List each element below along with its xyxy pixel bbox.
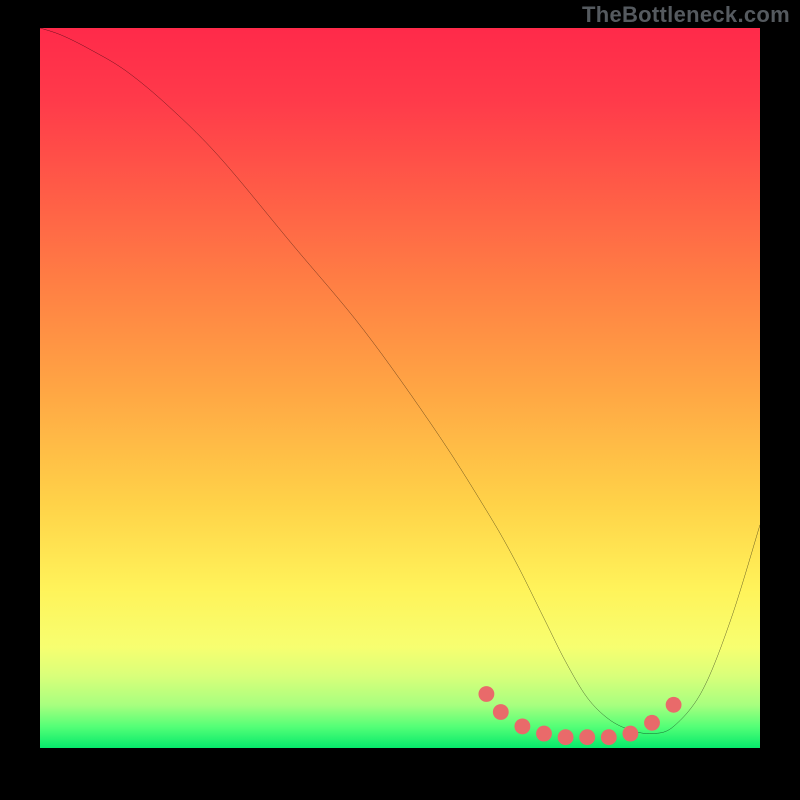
marker-dots — [478, 686, 681, 745]
marker-dot — [579, 729, 595, 745]
marker-dot — [536, 726, 552, 742]
plot-area — [40, 28, 760, 748]
marker-dot — [478, 686, 494, 702]
curve-layer — [40, 28, 760, 748]
bottleneck-curve — [40, 28, 760, 734]
marker-dot — [493, 704, 509, 720]
marker-dot — [644, 715, 660, 731]
chart-frame: TheBottleneck.com — [0, 0, 800, 800]
marker-dot — [666, 697, 682, 713]
marker-dot — [622, 726, 638, 742]
marker-dot — [514, 718, 530, 734]
watermark-text: TheBottleneck.com — [582, 2, 790, 28]
marker-dot — [601, 729, 617, 745]
marker-dot — [558, 729, 574, 745]
